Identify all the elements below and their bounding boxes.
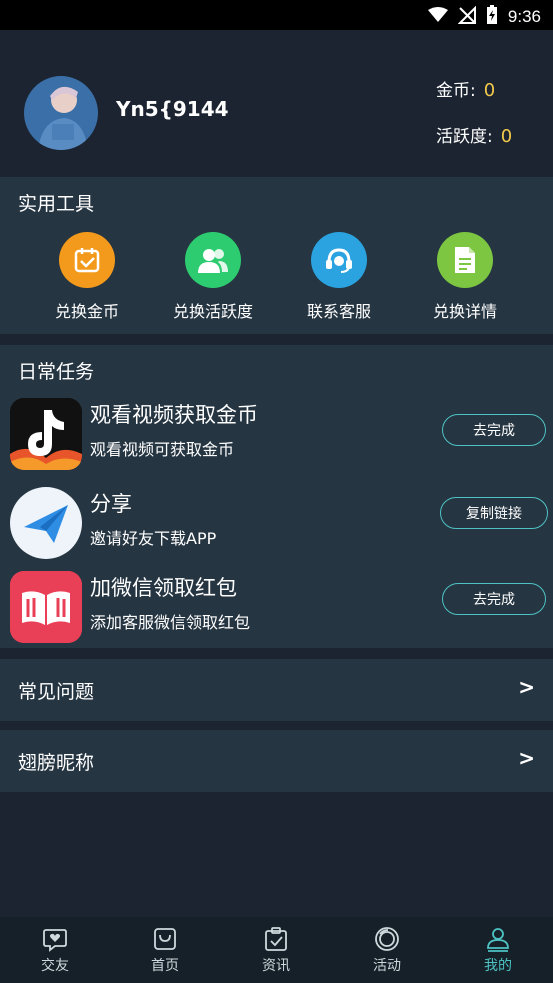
task-watch-video: 观看视频获取金币 观看视频可获取金币 去完成 xyxy=(0,391,553,475)
tool-contact-support[interactable]: 联系客服 xyxy=(279,232,399,322)
tab-activity[interactable]: 活动 xyxy=(332,925,442,975)
task-title: 观看视频获取金币 xyxy=(90,403,258,427)
task-wechat-redpacket: 加微信领取红包 添加客服微信领取红包 去完成 xyxy=(0,564,553,648)
row-label: 翅膀昵称 xyxy=(18,752,95,774)
complete-button[interactable]: 去完成 xyxy=(442,583,546,615)
heart-chat-icon xyxy=(0,925,110,953)
tools-title: 实用工具 xyxy=(18,193,95,215)
tool-label: 兑换金币 xyxy=(54,302,119,321)
clipboard-check-icon xyxy=(221,925,331,953)
chevron-right-icon: > xyxy=(518,675,535,699)
username: Yn5{9144 xyxy=(116,97,229,121)
battery-charging-icon xyxy=(486,5,498,29)
book-icon xyxy=(10,571,82,643)
task-subtitle: 添加客服微信领取红包 xyxy=(90,613,251,632)
task-title: 分享 xyxy=(90,492,132,516)
coins-value: 0 xyxy=(483,80,496,101)
nickname-row[interactable]: 翅膀昵称 > xyxy=(0,730,553,792)
copy-link-button[interactable]: 复制链接 xyxy=(440,497,548,529)
calendar-check-icon xyxy=(59,232,115,288)
tab-mine[interactable]: 我的 xyxy=(443,925,553,975)
person-icon xyxy=(443,925,553,953)
paper-plane-icon xyxy=(10,487,82,559)
complete-button[interactable]: 去完成 xyxy=(442,414,546,446)
document-icon xyxy=(437,232,493,288)
tab-label: 我的 xyxy=(484,958,512,974)
circle-ring-icon xyxy=(332,925,442,953)
task-subtitle: 邀请好友下载APP xyxy=(90,529,217,548)
tab-friends[interactable]: 交友 xyxy=(0,925,110,975)
avatar[interactable] xyxy=(24,76,98,150)
tool-exchange-details[interactable]: 兑换详情 xyxy=(405,232,525,322)
profile-header: Yn5{9144 金币: 0 活跃度: 0 xyxy=(0,30,553,177)
tool-label: 兑换活跃度 xyxy=(172,302,253,321)
tool-exchange-coins[interactable]: 兑换金币 xyxy=(27,232,147,322)
coins-label: 金币: xyxy=(436,81,476,101)
activity-value: 0 xyxy=(500,126,513,147)
coins-stat: 金币: 0 xyxy=(436,76,495,101)
task-subtitle: 观看视频可获取金币 xyxy=(90,440,235,459)
activity-stat: 活跃度: 0 xyxy=(436,122,512,147)
tab-home[interactable]: 首页 xyxy=(110,925,220,975)
status-bar: 9:36 xyxy=(0,0,553,30)
tab-label: 活动 xyxy=(373,958,401,974)
tool-label: 兑换详情 xyxy=(432,302,497,321)
tool-exchange-activity[interactable]: 兑换活跃度 xyxy=(153,232,273,322)
tab-news[interactable]: 资讯 xyxy=(221,925,331,975)
tab-label: 首页 xyxy=(151,958,179,974)
bag-icon xyxy=(110,925,220,953)
chevron-right-icon: > xyxy=(518,746,535,770)
tasks-title: 日常任务 xyxy=(18,361,95,383)
tab-label: 资讯 xyxy=(262,958,290,974)
wifi-icon xyxy=(427,7,448,27)
tiktok-icon xyxy=(10,398,82,470)
headset-icon xyxy=(311,232,367,288)
row-label: 常见问题 xyxy=(18,681,95,703)
task-title: 加微信领取红包 xyxy=(90,576,237,600)
bottom-tab-bar: 交友 首页 资讯 活动 我的 xyxy=(0,917,553,983)
users-icon xyxy=(185,232,241,288)
clock: 9:36 xyxy=(507,7,541,26)
faq-row[interactable]: 常见问题 > xyxy=(0,659,553,721)
tab-label: 交友 xyxy=(41,958,69,974)
task-share: 分享 邀请好友下载APP 复制链接 xyxy=(0,480,553,564)
no-signal-icon xyxy=(457,5,476,28)
activity-label: 活跃度: xyxy=(436,127,493,147)
tool-label: 联系客服 xyxy=(306,302,371,321)
